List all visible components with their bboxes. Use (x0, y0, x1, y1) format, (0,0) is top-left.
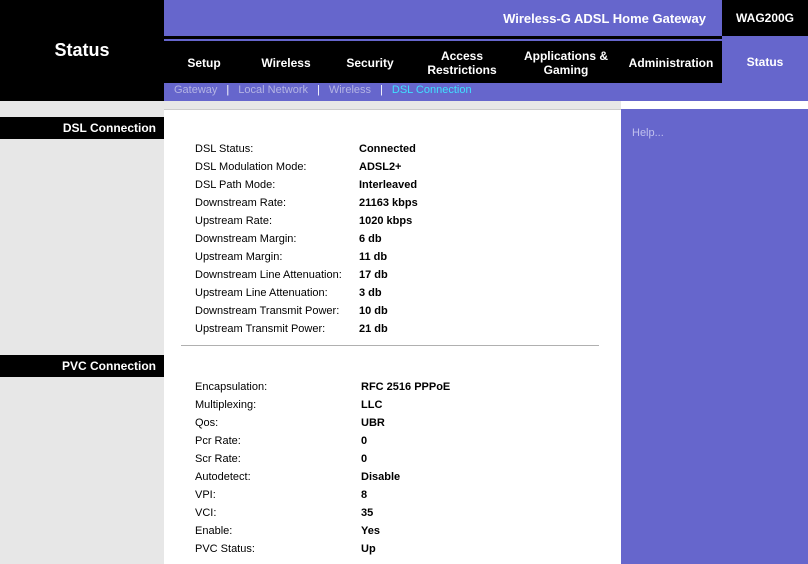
nav-access-restrictions[interactable]: Access Restrictions (412, 46, 512, 80)
nav-setup[interactable]: Setup (164, 46, 244, 80)
status-label: DSL Status: (195, 143, 254, 155)
status-value: UBR (361, 417, 385, 429)
subnav-dsl-connection[interactable]: DSL Connection (392, 84, 472, 96)
help-panel-gap (621, 101, 808, 109)
status-value: 11 db (359, 251, 388, 263)
subnav-separator: | (316, 84, 320, 96)
product-bar: Wireless-G ADSL Home Gateway (164, 0, 722, 36)
model-name: WAG200G (735, 11, 795, 25)
status-value: Up (361, 543, 376, 555)
status-label: Encapsulation: (195, 381, 268, 393)
status-value: 6 db (359, 233, 382, 245)
content-panel: DSL Status: Connected DSL Modulation Mode… (164, 101, 621, 564)
help-link[interactable]: Help... (632, 127, 664, 139)
status-value: Connected (359, 143, 416, 155)
page-title: Status (54, 40, 110, 60)
help-panel: Help... (621, 101, 808, 564)
page-header-left: Status (0, 0, 164, 101)
status-value: 10 db (359, 305, 388, 317)
subnav-gateway[interactable]: Gateway (174, 84, 217, 96)
status-value: RFC 2516 PPPoE (361, 381, 451, 393)
status-label: Autodetect: (195, 471, 251, 483)
status-label: Downstream Margin: (195, 233, 297, 245)
status-label: Upstream Rate: (195, 215, 273, 227)
status-label: Qos: (195, 417, 219, 429)
status-value: Yes (361, 525, 380, 537)
status-value: 1020 kbps (359, 215, 413, 227)
subnav-separator: | (226, 84, 230, 96)
section-divider (181, 345, 599, 347)
status-value: 8 (361, 489, 368, 501)
status-value: 21163 kbps (359, 197, 418, 209)
product-header: Wireless-G ADSL Home Gateway WAG200G (164, 0, 808, 36)
status-label: DSL Path Mode: (195, 179, 276, 191)
status-value: 0 (361, 435, 368, 447)
nav-status[interactable]: Status (722, 36, 808, 83)
sub-nav: Gateway | Local Network | Wireless | DSL Conne… (164, 83, 808, 101)
status-value: 35 (361, 507, 374, 519)
product-name: Wireless-G ADSL Home Gateway (503, 11, 706, 26)
section-label-dsl: DSL Connection (0, 117, 166, 139)
status-value: LLC (361, 399, 383, 411)
status-value: 3 db (359, 287, 382, 299)
status-label: Upstream Line Attenuation: (195, 287, 328, 299)
subnav-separator: | (380, 84, 383, 96)
nav-security[interactable]: Security (328, 46, 412, 80)
nav-wireless[interactable]: Wireless (244, 46, 328, 80)
nav-divider (164, 39, 722, 41)
main-nav: Setup Wireless Security Access Restricti… (164, 36, 808, 83)
status-value: Interleaved (359, 179, 418, 191)
status-value: 0 (361, 453, 368, 465)
status-label: Multiplexing: (195, 399, 257, 411)
subnav-local-network[interactable]: Local Network (238, 84, 308, 96)
status-label: Downstream Rate: (195, 197, 287, 209)
content-top-gap (164, 101, 621, 110)
status-label: Downstream Transmit Power: (195, 305, 340, 317)
status-value: 21 db (359, 323, 388, 335)
section-label-pvc: PVC Connection (0, 355, 164, 377)
status-label: Upstream Margin: (195, 251, 283, 263)
status-label: Enable: (195, 525, 233, 537)
status-label: VPI: (195, 489, 216, 501)
status-label: Upstream Transmit Power: (195, 323, 326, 335)
status-label: Pcr Rate: (195, 435, 241, 447)
status-label: DSL Modulation Mode: (195, 161, 307, 173)
status-label: Downstream Line Attenuation: (195, 269, 342, 281)
nav-applications-gaming[interactable]: Applications & Gaming (512, 46, 620, 80)
status-label: Scr Rate: (195, 453, 241, 465)
subnav-wireless[interactable]: Wireless (329, 84, 371, 96)
status-value: ADSL2+ (359, 161, 402, 173)
status-label: PVC Status: (195, 543, 255, 555)
status-value: 17 db (359, 269, 388, 281)
left-column: DSL Connection PVC Connection (0, 101, 166, 564)
status-label: VCI: (195, 507, 217, 519)
nav-administration[interactable]: Administration (620, 46, 722, 80)
status-value: Disable (361, 471, 401, 483)
